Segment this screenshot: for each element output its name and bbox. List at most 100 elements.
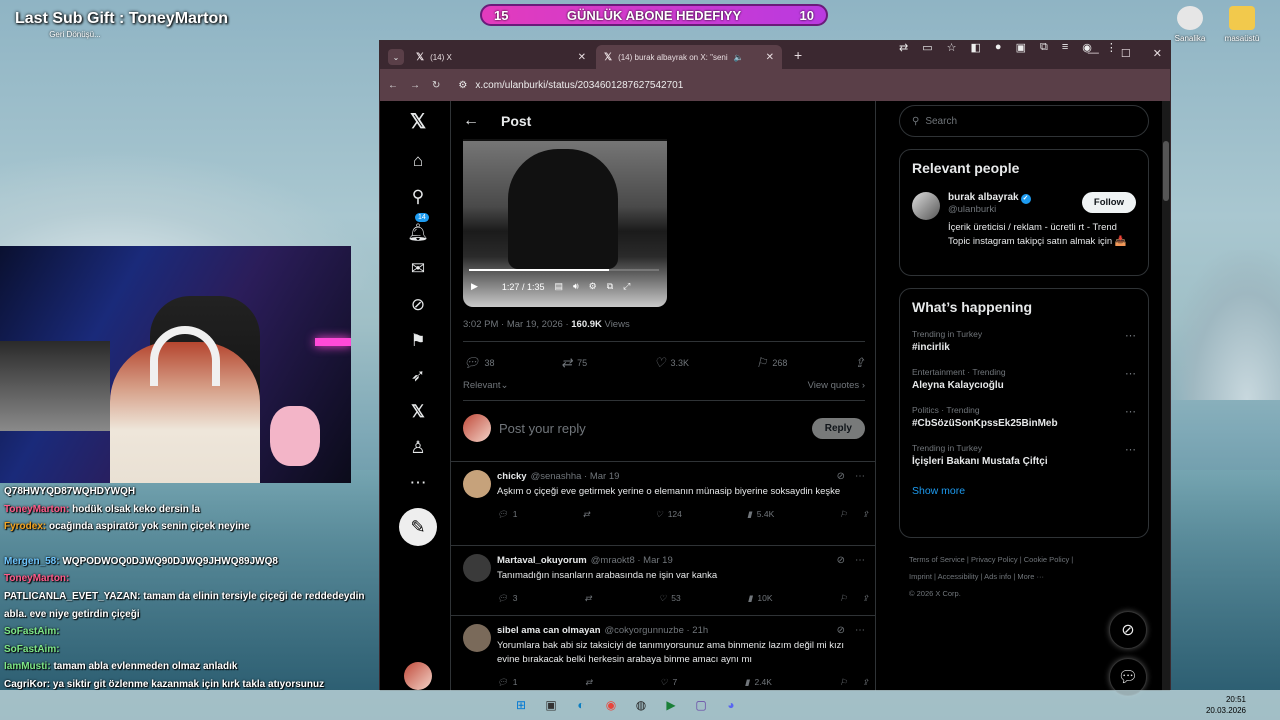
reply-author-name[interactable]: Martaval_okuyorum bbox=[497, 554, 587, 568]
grok-fab-icon[interactable]: ⊘ bbox=[1109, 611, 1147, 649]
play-icon[interactable]: ▶ bbox=[471, 281, 478, 292]
grok-icon[interactable]: ⊘ bbox=[837, 554, 845, 568]
rocket-icon[interactable]: ➶ bbox=[400, 358, 436, 394]
compose-post-button[interactable]: ✎ bbox=[399, 508, 437, 546]
relevant-sort-dropdown[interactable]: Relevant⌄ bbox=[463, 380, 508, 391]
show-more-link[interactable]: Show more bbox=[912, 485, 1136, 497]
reply-avatar[interactable] bbox=[463, 470, 491, 498]
tab-x-post[interactable]: 𝕏 (14) burak albayrak on X: "seni 🔈 ✕ bbox=[596, 45, 782, 69]
close-window-icon[interactable]: ✕ bbox=[1153, 47, 1162, 60]
more-icon[interactable]: ⋯ bbox=[400, 465, 436, 501]
x-logo-icon[interactable]: 𝕏 bbox=[400, 103, 436, 139]
reply-comment-action[interactable]: 💬︎ 1 bbox=[497, 675, 518, 689]
speaker-icon[interactable]: 🔈 bbox=[734, 53, 744, 62]
footer-links-1[interactable]: Terms of Service | Privacy Policy | Cook… bbox=[909, 551, 1149, 568]
reply-tweet[interactable]: Martaval_okuyorum @mraokt8 · Mar 19 ⊘ ⋯ Tanı… bbox=[451, 545, 875, 605]
reply-tweet[interactable]: chicky @senashha · Mar 19 ⊘ ⋯ Aşkım o çiçeği… bbox=[451, 461, 875, 521]
back-icon[interactable]: ← bbox=[388, 80, 398, 91]
grok-icon[interactable]: ⊘ bbox=[837, 470, 845, 484]
trend-more-icon[interactable]: ⋯ bbox=[1125, 443, 1136, 456]
sanalika-desktop-icon[interactable]: Sanalika bbox=[1160, 6, 1220, 43]
site-info-icon[interactable]: ⚙ bbox=[458, 80, 467, 91]
windows-start-icon[interactable]: ⊞ bbox=[510, 694, 532, 716]
reply-views-action[interactable]: ▮ 5.4K bbox=[747, 507, 774, 521]
post-video[interactable]: ▶ 1:27 / 1:35 ▤ 🔊︎ ⚙ ⧉ ⤢ bbox=[463, 139, 667, 307]
home-icon[interactable]: ⌂ bbox=[400, 143, 436, 179]
trend-item[interactable]: Entertainment · Trending Aleyna Kalaycıoğ… bbox=[912, 367, 1136, 391]
reply-avatar[interactable] bbox=[463, 624, 491, 652]
bookmark-icon[interactable]: ⚐ bbox=[840, 675, 848, 689]
trend-item[interactable]: Trending in Turkey #incirlik ⋯ bbox=[912, 329, 1136, 353]
more-options-icon[interactable]: ⋯ bbox=[855, 470, 865, 484]
trend-item[interactable]: Politics · Trending #CbSözüSonKpssEk25Bin… bbox=[912, 405, 1136, 429]
reply-views-action[interactable]: ▮ 2.4K bbox=[745, 675, 772, 689]
search-input[interactable]: ⚲ Search bbox=[899, 105, 1149, 137]
relevant-person[interactable]: burak albayrak ✓ @ulanburki İçerik üretic… bbox=[912, 192, 1136, 249]
search-icon[interactable]: ⚲ bbox=[400, 179, 436, 215]
back-arrow-icon[interactable]: ← bbox=[463, 112, 479, 130]
forward-icon[interactable]: → bbox=[410, 80, 420, 91]
share-icon[interactable]: ⇪ bbox=[862, 507, 869, 521]
extension-icon[interactable]: ◧ bbox=[971, 41, 981, 54]
account-avatar[interactable] bbox=[404, 662, 432, 690]
extension-icon[interactable]: ▣ bbox=[1016, 41, 1026, 54]
bookmark-star-icon[interactable]: ☆ bbox=[947, 41, 957, 54]
footer-links-2[interactable]: Imprint | Accessibility | Ads info | Mor… bbox=[909, 568, 1149, 585]
profile-avatar-icon[interactable]: ◉ bbox=[1082, 41, 1092, 54]
extension-icon[interactable]: ● bbox=[995, 41, 1002, 54]
bookmark-icon[interactable]: ⚐ bbox=[840, 591, 848, 605]
like-action[interactable]: ♡ 3.3K bbox=[654, 355, 689, 371]
obs-icon[interactable]: ◍ bbox=[630, 694, 652, 716]
reply-repost-action[interactable]: ⇄ bbox=[583, 507, 590, 521]
menu-icon[interactable]: ⋮ bbox=[1106, 41, 1117, 54]
more-options-icon[interactable]: ⋯ bbox=[855, 624, 865, 638]
chrome-icon[interactable]: ◉ bbox=[600, 694, 622, 716]
settings-icon[interactable]: ⚙ bbox=[589, 281, 597, 292]
url-field[interactable]: ⚙ x.com/ulanburki/status/203460128762754… bbox=[458, 74, 878, 96]
trend-item[interactable]: Trending in Turkey İçişleri Bakanı Mustaf… bbox=[912, 443, 1136, 467]
reply-avatar[interactable] bbox=[463, 554, 491, 582]
grok-icon[interactable]: ⊘ bbox=[837, 624, 845, 638]
edge-icon[interactable]: ◐ bbox=[570, 694, 592, 716]
share-icon[interactable]: ⇪ bbox=[862, 675, 869, 689]
pip-icon[interactable]: ⧉ bbox=[607, 281, 613, 292]
reply-author-name[interactable]: sibel ama can olmayan bbox=[497, 624, 601, 638]
tab-x-home[interactable]: 𝕏 (14) X ✕ bbox=[408, 45, 594, 69]
recycle-bin-desktop-icon[interactable]: Geri Dönüşü... bbox=[45, 30, 105, 39]
reply-like-action[interactable]: ♡ 124 bbox=[655, 507, 682, 521]
bookmark-action[interactable]: ⚐ 268 bbox=[756, 355, 788, 371]
captions-icon[interactable]: ▤ bbox=[554, 281, 563, 292]
cast-icon[interactable]: ▭ bbox=[922, 41, 932, 54]
new-tab-button[interactable]: + bbox=[794, 47, 802, 63]
bookmarks-icon[interactable]: ⚑ bbox=[400, 323, 436, 359]
close-tab-icon[interactable]: ✕ bbox=[766, 52, 774, 63]
video-progress-bar[interactable] bbox=[469, 269, 659, 271]
reload-icon[interactable]: ↻ bbox=[432, 80, 440, 91]
trend-more-icon[interactable]: ⋯ bbox=[1125, 405, 1136, 418]
reply-like-action[interactable]: ♡ 7 bbox=[660, 675, 677, 689]
page-scrollbar[interactable] bbox=[1162, 101, 1170, 691]
reply-author-name[interactable]: chicky bbox=[497, 470, 527, 484]
profile-icon[interactable]: ♙ bbox=[400, 430, 436, 466]
reply-action[interactable]: 💬︎ 38 bbox=[463, 355, 495, 371]
reply-tweet[interactable]: sibel ama can olmayan @cokyorgunnuzbe · 2… bbox=[451, 615, 875, 689]
discord-icon[interactable]: ◕ bbox=[720, 694, 742, 716]
more-options-icon[interactable]: ⋯ bbox=[855, 554, 865, 568]
extensions-puzzle-icon[interactable]: ⧉ bbox=[1040, 41, 1048, 54]
share-action[interactable]: ⇪ bbox=[854, 355, 865, 371]
follow-button[interactable]: Follow bbox=[1081, 192, 1136, 213]
trend-more-icon[interactable]: ⋯ bbox=[1125, 367, 1136, 380]
streamlabs-icon[interactable]: ▶ bbox=[660, 694, 682, 716]
reply-button[interactable]: Reply bbox=[811, 417, 865, 439]
close-tab-icon[interactable]: ✕ bbox=[578, 52, 586, 63]
twitch-icon[interactable]: ▢ bbox=[690, 694, 712, 716]
reply-repost-action[interactable]: ⇄ bbox=[585, 675, 592, 689]
volume-icon[interactable]: 🔊︎ bbox=[573, 281, 579, 292]
repost-action[interactable]: ⇄ 75 bbox=[561, 355, 587, 371]
translate-icon[interactable]: ⇄ bbox=[899, 41, 908, 54]
masaustu-desktop-icon[interactable]: masaüstü bbox=[1212, 6, 1272, 43]
system-clock[interactable]: 20:51 20.03.2026 bbox=[1206, 694, 1246, 716]
grok-icon[interactable]: ⊘ bbox=[400, 287, 436, 323]
notifications-icon[interactable]: 🔔︎ 14 bbox=[400, 213, 436, 251]
fullscreen-icon[interactable]: ⤢ bbox=[623, 281, 630, 292]
